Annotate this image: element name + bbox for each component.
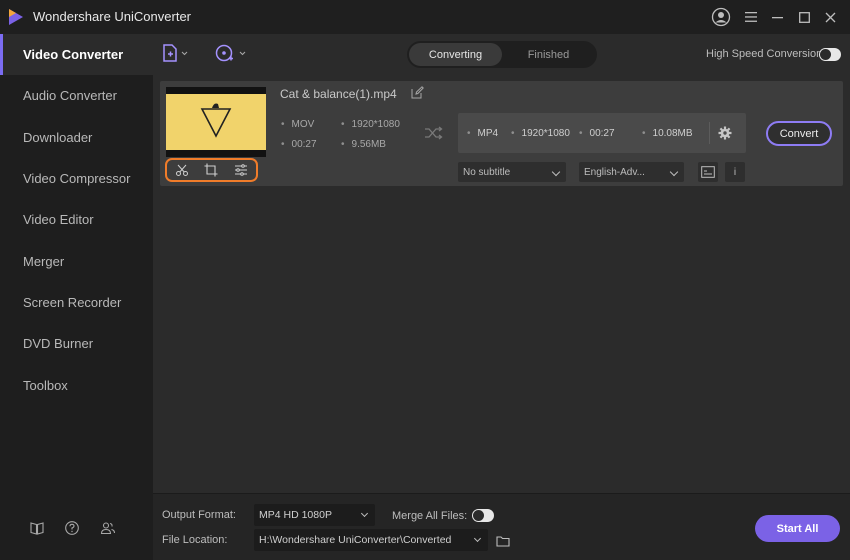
source-duration: 00:27 <box>281 139 317 150</box>
chevron-down-icon <box>360 509 369 518</box>
convert-button[interactable]: Convert <box>766 121 832 146</box>
crop-icon[interactable] <box>203 162 219 178</box>
file-location-value: H:\Wondershare UniConverter\Converted <box>259 534 452 546</box>
target-size: 10.08MB <box>642 128 693 139</box>
sidebar-item-downloader[interactable]: Downloader <box>0 117 153 158</box>
video-thumbnail[interactable] <box>166 87 266 157</box>
sidebar-item-video-converter[interactable]: Video Converter <box>0 34 153 75</box>
sidebar-item-label: Video Editor <box>23 212 94 227</box>
chevron-down-icon <box>473 534 482 543</box>
sidebar-item-label: Video Compressor <box>23 171 131 186</box>
app-logo-icon <box>9 9 23 25</box>
title-bar: Wondershare UniConverter <box>0 0 850 34</box>
divider <box>709 122 710 144</box>
help-icon[interactable] <box>64 520 80 536</box>
toggle-knob <box>473 510 484 521</box>
sidebar-item-merger[interactable]: Merger <box>0 241 153 282</box>
target-resolution: 1920*1080 <box>511 128 570 139</box>
sidebar-item-audio-converter[interactable]: Audio Converter <box>0 75 153 116</box>
target-duration: 00:27 <box>579 128 615 139</box>
subtitle-select-value: No subtitle <box>463 166 511 178</box>
chevron-down-icon <box>669 167 679 177</box>
output-format-value: MP4 HD 1080P <box>259 509 332 521</box>
sidebar-item-video-editor[interactable]: Video Editor <box>0 199 153 240</box>
output-format-select[interactable]: MP4 HD 1080P <box>254 504 375 526</box>
audio-track-select[interactable]: English-Adv... <box>579 162 684 182</box>
sidebar-item-video-compressor[interactable]: Video Compressor <box>0 158 153 199</box>
book-icon[interactable] <box>29 520 45 536</box>
subtitle-select[interactable]: No subtitle <box>458 162 566 182</box>
chevron-down-icon <box>551 167 561 177</box>
source-size: 9.56MB <box>341 139 386 150</box>
file-location-select[interactable]: H:\Wondershare UniConverter\Converted <box>254 529 488 551</box>
letterbox-bottom <box>166 150 266 157</box>
audio-track-select-value: English-Adv... <box>584 166 645 178</box>
folder-icon[interactable] <box>496 534 510 548</box>
file-info-button[interactable]: i <box>725 162 745 182</box>
edit-tools <box>165 158 258 182</box>
file-card: Cat & balance(1).mp4 MOV 1920*1080 00:27… <box>160 81 843 186</box>
sidebar-item-label: DVD Burner <box>23 336 94 351</box>
menu-icon[interactable] <box>741 7 761 27</box>
close-icon[interactable] <box>820 7 840 27</box>
letterbox-top <box>166 87 266 94</box>
bottom-bar: Output Format: MP4 HD 1080P Merge All Fi… <box>153 493 850 560</box>
effects-icon[interactable] <box>233 162 249 178</box>
maximize-icon[interactable] <box>794 7 814 27</box>
account-icon[interactable] <box>711 7 731 27</box>
merge-files-label: Merge All Files: <box>392 510 468 522</box>
app-window: Wondershare UniConverter Video Converter… <box>0 0 850 560</box>
source-resolution: 1920*1080 <box>341 119 400 130</box>
tab-converting[interactable]: Converting <box>409 43 502 66</box>
add-file-button[interactable] <box>162 43 190 65</box>
high-speed-toggle[interactable] <box>819 48 841 61</box>
sidebar-item-dvd-burner[interactable]: DVD Burner <box>0 323 153 364</box>
main-panel: Converting Finished High Speed Conversio… <box>153 34 850 560</box>
minimize-icon[interactable] <box>767 7 787 27</box>
sidebar-item-label: Video Converter <box>23 47 124 62</box>
gear-icon[interactable] <box>718 126 732 140</box>
target-format-panel[interactable]: MP4 1920*1080 00:27 10.08MB <box>458 113 746 153</box>
target-format: MP4 <box>467 128 499 139</box>
info-icon: i <box>733 166 737 178</box>
output-format-label: Output Format: <box>162 509 236 521</box>
start-all-button[interactable]: Start All <box>755 515 840 542</box>
rename-icon[interactable] <box>410 86 424 100</box>
thumbnail-graphic <box>200 103 232 138</box>
sidebar-item-label: Merger <box>23 254 65 269</box>
sidebar-item-screen-recorder[interactable]: Screen Recorder <box>0 282 153 323</box>
subtitle-icon <box>701 166 715 178</box>
sidebar-item-label: Screen Recorder <box>23 295 122 310</box>
users-icon[interactable] <box>100 520 116 536</box>
source-format: MOV <box>281 119 315 130</box>
tab-finished[interactable]: Finished <box>502 43 595 66</box>
subtitle-edit-button[interactable] <box>698 162 718 182</box>
file-location-label: File Location: <box>162 534 228 546</box>
app-title: Wondershare UniConverter <box>33 9 191 24</box>
high-speed-label: High Speed Conversion <box>706 48 823 60</box>
merge-files-toggle[interactable] <box>472 509 494 522</box>
sidebar-item-label: Toolbox <box>23 378 68 393</box>
sidebar: Video Converter Audio Converter Download… <box>0 34 153 560</box>
toggle-knob <box>820 49 831 60</box>
add-dvd-button[interactable] <box>214 43 248 65</box>
sidebar-item-toolbox[interactable]: Toolbox <box>0 365 153 406</box>
file-name: Cat & balance(1).mp4 <box>280 87 397 101</box>
status-tabs: Converting Finished <box>407 41 597 68</box>
shuffle-icon <box>425 126 443 140</box>
sidebar-item-label: Audio Converter <box>23 88 117 103</box>
trim-icon[interactable] <box>174 162 190 178</box>
sidebar-item-label: Downloader <box>23 130 93 145</box>
